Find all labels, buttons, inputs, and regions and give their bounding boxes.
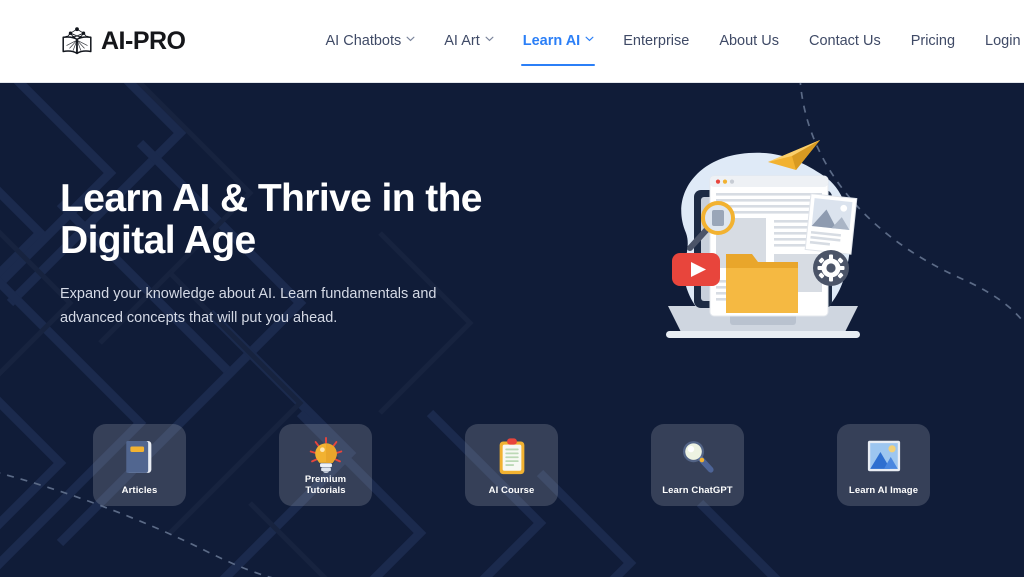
card-label-line-1: Premium — [304, 473, 347, 485]
card-label: Articles — [121, 485, 158, 497]
nav-label: About Us — [719, 33, 779, 49]
nav-item-contact-us[interactable]: Contact Us — [807, 29, 883, 53]
nav-item-about-us[interactable]: About Us — [717, 29, 781, 53]
site-header: AI-PRO AI Chatbots AI Art Learn AI Enter… — [0, 0, 1024, 83]
active-tab-underline — [520, 64, 596, 66]
hero-illustration — [648, 138, 878, 353]
card-label: AI Course — [488, 485, 535, 497]
nav-item-enterprise[interactable]: Enterprise — [621, 29, 691, 53]
card-learn-chatgpt[interactable]: Learn ChatGPT — [651, 424, 744, 506]
chevron-down-icon — [406, 36, 415, 44]
nav-item-learn-ai[interactable]: Learn AI — [520, 29, 596, 66]
card-label: Learn ChatGPT — [662, 485, 733, 497]
clipboard-icon — [492, 434, 532, 478]
book-icon — [120, 434, 160, 478]
open-book-neural-network-icon — [60, 26, 94, 56]
video-play-icon — [672, 253, 720, 286]
category-card-row: Articles Premium Tutorials AI Course Lea… — [0, 424, 1024, 506]
brand-name: AI-PRO — [101, 26, 186, 55]
nav-label: Learn AI — [522, 33, 581, 49]
nav-item-ai-chatbots[interactable]: AI Chatbots — [324, 29, 417, 53]
nav-label: Enterprise — [623, 33, 690, 49]
card-learn-ai-image[interactable]: Learn AI Image — [837, 424, 930, 506]
card-label-line-2: Tutorials — [305, 485, 346, 497]
magnifying-glass-icon — [678, 434, 718, 478]
chevron-down-icon — [585, 36, 594, 44]
nav-item-login[interactable]: Login — [983, 29, 1022, 53]
hero-section: Learn AI & Thrive in the Digital Age Exp… — [0, 83, 1024, 577]
nav-item-pricing[interactable]: Pricing — [909, 29, 957, 53]
hero-title-line-2: Digital Age — [60, 219, 256, 263]
gear-icon — [813, 250, 849, 286]
folder-icon — [726, 254, 798, 313]
nav-item-ai-art[interactable]: AI Art — [442, 29, 494, 53]
nav-label: Pricing — [910, 33, 956, 49]
hero-copy: Learn AI & Thrive in the Digital Age Exp… — [60, 177, 530, 330]
card-articles[interactable]: Articles — [93, 424, 186, 506]
nav-label: Contact Us — [808, 33, 881, 49]
landing-page: AI-PRO AI Chatbots AI Art Learn AI Enter… — [0, 0, 1024, 577]
nav-label: Login — [985, 33, 1021, 49]
card-ai-course[interactable]: AI Course — [465, 424, 558, 506]
image-card-icon — [804, 193, 858, 255]
chevron-down-icon — [485, 36, 494, 44]
page-title: Learn AI & Thrive in the Digital Age — [60, 177, 530, 263]
card-premium-tutorials[interactable]: Premium Tutorials — [279, 424, 372, 506]
hero-subtitle: Expand your knowledge about AI. Learn fu… — [60, 286, 437, 326]
brand-logo[interactable]: AI-PRO — [60, 26, 186, 56]
lightbulb-icon — [306, 434, 346, 478]
main-navigation: AI Chatbots AI Art Learn AI Enterprise A… — [324, 29, 1023, 66]
picture-icon — [864, 434, 904, 478]
card-label: Premium Tutorials — [279, 474, 372, 497]
nav-label: AI Art — [444, 33, 480, 49]
nav-label: AI Chatbots — [325, 33, 402, 49]
hero-title-line-1: Learn AI & Thrive in the — [60, 177, 483, 220]
card-label: Learn AI Image — [848, 485, 919, 497]
